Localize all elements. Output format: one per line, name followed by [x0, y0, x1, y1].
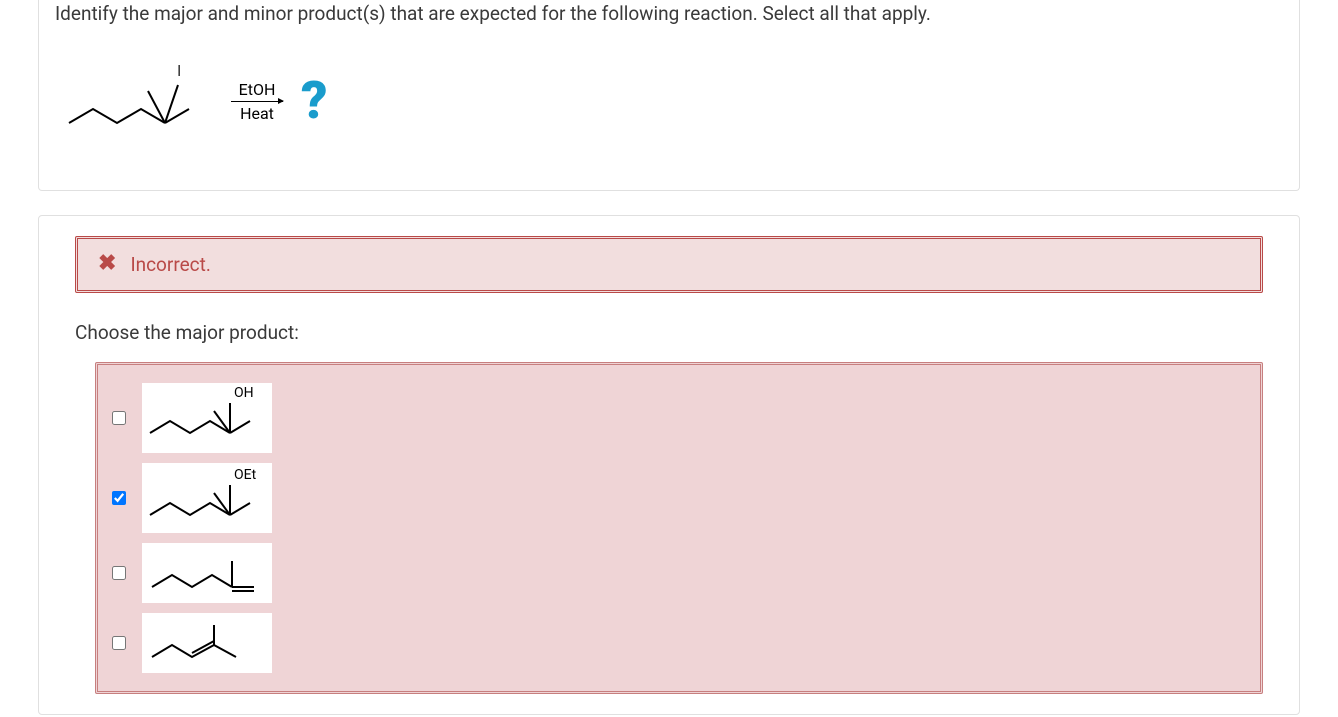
option-row-alkene-internal[interactable]: [112, 613, 1246, 673]
condition-reagent: EtOH: [231, 80, 283, 99]
reactant-structure: I: [63, 59, 213, 144]
option-structure-oet: OEt: [142, 463, 272, 533]
option-checkbox-alkene-internal[interactable]: [112, 636, 126, 650]
feedback-status-text: Incorrect.: [130, 253, 210, 276]
options-group: OH OEt: [95, 362, 1263, 694]
iodine-label: I: [177, 61, 181, 80]
option-label-oh: OH: [234, 385, 254, 401]
reaction-conditions: EtOH Heat: [231, 80, 283, 123]
answer-card: ✖ Incorrect. Choose the major product:: [38, 215, 1300, 715]
question-card: Identify the major and minor product(s) …: [38, 0, 1300, 191]
option-row-oet[interactable]: OEt: [112, 463, 1246, 533]
option-label-oet: OEt: [234, 467, 256, 483]
reaction-scheme: I EtOH Heat ?: [55, 37, 1283, 174]
choose-major-label: Choose the major product:: [75, 321, 1263, 344]
option-structure-alkene-internal: [142, 613, 272, 673]
question-prompt: Identify the major and minor product(s) …: [55, 0, 1283, 37]
condition-heat: Heat: [231, 104, 283, 123]
incorrect-x-icon: ✖: [98, 253, 116, 275]
question-mark-icon: ?: [301, 75, 326, 127]
option-structure-alkene-terminal: [142, 543, 272, 603]
feedback-banner: ✖ Incorrect.: [75, 236, 1263, 293]
reaction-arrow-icon: [231, 101, 283, 102]
option-row-oh[interactable]: OH: [112, 383, 1246, 453]
option-checkbox-oh[interactable]: [112, 411, 126, 425]
option-structure-oh: OH: [142, 383, 272, 453]
option-checkbox-alkene-terminal[interactable]: [112, 566, 126, 580]
option-checkbox-oet[interactable]: [112, 491, 126, 505]
option-row-alkene-terminal[interactable]: [112, 543, 1246, 603]
